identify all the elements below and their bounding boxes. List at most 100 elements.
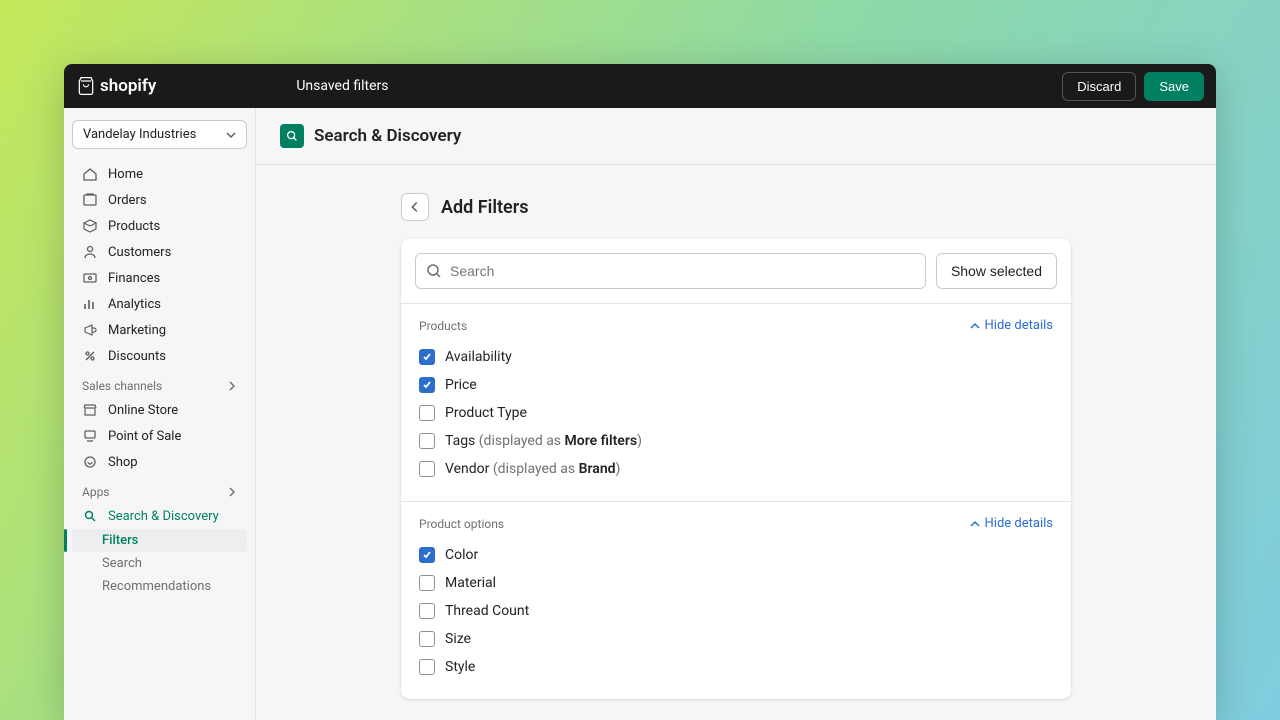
search-row: Show selected	[401, 239, 1071, 304]
body: Vandelay Industries Home Orders Products…	[64, 108, 1216, 720]
finances-icon	[82, 270, 98, 286]
hide-details-button[interactable]: Hide details	[969, 318, 1053, 333]
sidebar-item-label: Shop	[108, 455, 138, 470]
sidebar-item-online-store[interactable]: Online Store	[72, 397, 247, 423]
filter-option-label: Color	[445, 547, 478, 563]
sidebar-item-marketing[interactable]: Marketing	[72, 317, 247, 343]
sidebar-sub-recommendations[interactable]: Recommendations	[72, 575, 247, 598]
filter-option-price[interactable]: Price	[419, 371, 1053, 399]
discard-button[interactable]: Discard	[1062, 72, 1136, 101]
shopify-logo: shopify	[76, 75, 156, 97]
home-icon	[82, 166, 98, 182]
app-window: shopify Unsaved filters Discard Save Van…	[64, 64, 1216, 720]
filter-option-label: Product Type	[445, 405, 527, 421]
chevron-up-icon	[969, 320, 981, 332]
sidebar-item-label: Discounts	[108, 349, 166, 364]
chevron-right-icon	[227, 381, 237, 391]
app-header: Search & Discovery	[256, 108, 1216, 165]
sidebar-item-finances[interactable]: Finances	[72, 265, 247, 291]
hide-details-label: Hide details	[985, 516, 1053, 531]
discounts-icon	[82, 348, 98, 364]
search-discovery-app-icon	[280, 124, 304, 148]
page: Add Filters Show selected Products	[256, 165, 1216, 720]
filter-option-availability[interactable]: Availability	[419, 343, 1053, 371]
pos-icon	[82, 428, 98, 444]
sidebar-item-orders[interactable]: Orders	[72, 187, 247, 213]
caret-down-icon	[226, 130, 236, 140]
sidebar-item-home[interactable]: Home	[72, 161, 247, 187]
checkbox[interactable]	[419, 377, 435, 393]
sidebar-item-label: Customers	[108, 245, 171, 260]
sidebar-item-label: Home	[108, 167, 143, 182]
sidebar-item-label: Online Store	[108, 403, 178, 418]
marketing-icon	[82, 322, 98, 338]
apps-label: Apps	[82, 485, 110, 499]
sidebar-item-label: Orders	[108, 193, 147, 208]
checkbox[interactable]	[419, 659, 435, 675]
store-selector[interactable]: Vandelay Industries	[72, 120, 247, 149]
topbar-actions: Discard Save	[1062, 72, 1204, 101]
search-icon	[426, 263, 442, 279]
sidebar-item-label: Marketing	[108, 323, 166, 338]
filter-option-label: Availability	[445, 349, 512, 365]
orders-icon	[82, 192, 98, 208]
sidebar-item-discounts[interactable]: Discounts	[72, 343, 247, 369]
filter-option-thread-count[interactable]: Thread Count	[419, 597, 1053, 625]
checkbox[interactable]	[419, 461, 435, 477]
sidebar-item-label: Point of Sale	[108, 429, 181, 444]
checkbox[interactable]	[419, 603, 435, 619]
filter-section-products: Products Hide details Availability Price…	[401, 304, 1071, 502]
filter-option-label: Style	[445, 659, 475, 675]
search-input[interactable]	[442, 263, 915, 279]
back-button[interactable]	[401, 193, 429, 221]
sidebar-item-label: Analytics	[108, 297, 161, 312]
filters-card: Show selected Products Hide details Avai…	[401, 239, 1071, 699]
sidebar-item-label: Search & Discovery	[108, 509, 219, 524]
filter-option-label: Material	[445, 575, 496, 591]
sidebar-item-analytics[interactable]: Analytics	[72, 291, 247, 317]
show-selected-button[interactable]: Show selected	[936, 253, 1057, 289]
search-app-icon	[82, 508, 98, 524]
sidebar-sub-search[interactable]: Search	[72, 552, 247, 575]
page-title: Add Filters	[441, 197, 528, 218]
checkbox[interactable]	[419, 631, 435, 647]
filter-option-product-type[interactable]: Product Type	[419, 399, 1053, 427]
checkbox[interactable]	[419, 405, 435, 421]
filter-option-vendor[interactable]: Vendor (displayed as Brand)	[419, 455, 1053, 483]
store-name: Vandelay Industries	[83, 127, 196, 142]
filter-option-label: Size	[445, 631, 471, 647]
sidebar-item-customers[interactable]: Customers	[72, 239, 247, 265]
filter-option-tags[interactable]: Tags (displayed as More filters)	[419, 427, 1053, 455]
sidebar-item-label: Products	[108, 219, 160, 234]
sidebar-sub-filters[interactable]: Filters	[72, 529, 247, 552]
filter-option-color[interactable]: Color	[419, 541, 1053, 569]
search-input-wrap[interactable]	[415, 253, 926, 289]
analytics-icon	[82, 296, 98, 312]
save-button[interactable]: Save	[1144, 72, 1204, 101]
filter-option-size[interactable]: Size	[419, 625, 1053, 653]
checkbox[interactable]	[419, 433, 435, 449]
apps-header[interactable]: Apps	[72, 475, 247, 503]
content: Search & Discovery Add Filters	[256, 108, 1216, 720]
sidebar-item-label: Finances	[108, 271, 160, 286]
page-head: Add Filters	[401, 193, 1071, 221]
sidebar-item-point-of-sale[interactable]: Point of Sale	[72, 423, 247, 449]
filter-option-material[interactable]: Material	[419, 569, 1053, 597]
sidebar-item-search-discovery[interactable]: Search & Discovery	[72, 503, 247, 529]
sidebar-item-products[interactable]: Products	[72, 213, 247, 239]
section-title: Product options	[419, 517, 504, 531]
sales-channels-header[interactable]: Sales channels	[72, 369, 247, 397]
filter-option-style[interactable]: Style	[419, 653, 1053, 681]
sidebar-item-shop[interactable]: Shop	[72, 449, 247, 475]
hide-details-button[interactable]: Hide details	[969, 516, 1053, 531]
checkbox[interactable]	[419, 349, 435, 365]
filter-section-product-options: Product options Hide details Color Mater…	[401, 502, 1071, 699]
checkbox[interactable]	[419, 575, 435, 591]
store-icon	[82, 402, 98, 418]
customers-icon	[82, 244, 98, 260]
sidebar: Vandelay Industries Home Orders Products…	[64, 108, 256, 720]
app-title: Search & Discovery	[314, 126, 461, 146]
section-title: Products	[419, 319, 467, 333]
filter-option-label: Price	[445, 377, 477, 393]
checkbox[interactable]	[419, 547, 435, 563]
